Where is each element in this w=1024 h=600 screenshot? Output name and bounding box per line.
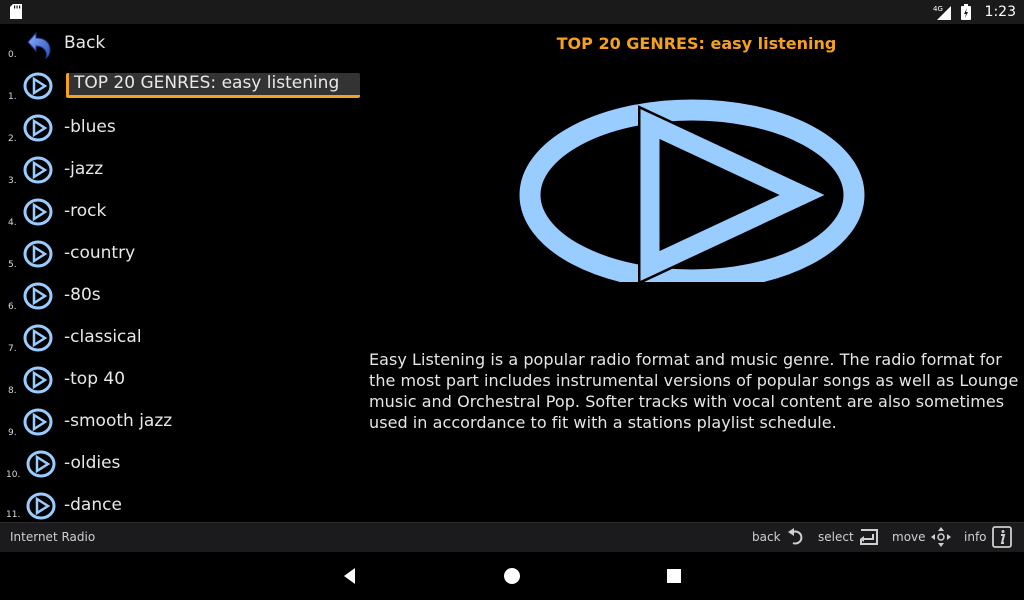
list-item-easy-listening[interactable]: 1. TOP 20 GENRES: easy listening bbox=[0, 66, 360, 108]
play-icon bbox=[23, 366, 53, 394]
row-number: 9. bbox=[8, 428, 17, 438]
list-item-label: -oldies bbox=[64, 453, 121, 473]
network-label: 4G bbox=[933, 5, 943, 13]
sd-card-icon bbox=[10, 4, 22, 19]
play-icon bbox=[23, 72, 53, 100]
back-icon bbox=[787, 528, 802, 545]
list-item-classical[interactable]: 7. -classical bbox=[0, 318, 360, 360]
play-icon bbox=[23, 408, 53, 436]
row-number: 3. bbox=[8, 176, 17, 186]
genre-list: 0. Back 1. TOP 20 GENRES: easy listening… bbox=[0, 24, 360, 522]
back-arrow-icon bbox=[27, 31, 51, 59]
row-number: 10. bbox=[6, 470, 21, 480]
detail-description: Easy Listening is a popular radio format… bbox=[369, 350, 1019, 432]
list-item-label: Back bbox=[64, 33, 106, 53]
move-hint-label: move bbox=[892, 530, 926, 544]
list-item-jazz[interactable]: 3. -jazz bbox=[0, 150, 360, 192]
hint-bar: Internet Radio back select move info bbox=[0, 522, 1024, 552]
list-item-rock[interactable]: 4. -rock bbox=[0, 192, 360, 234]
list-item-label: -top 40 bbox=[64, 369, 126, 389]
row-number: 0. bbox=[8, 50, 17, 60]
list-item-country[interactable]: 5. -country bbox=[0, 234, 360, 276]
select-hint[interactable]: select bbox=[818, 526, 880, 548]
list-item-smooth-jazz[interactable]: 9. -smooth jazz bbox=[0, 402, 360, 444]
row-number: 2. bbox=[8, 134, 17, 144]
list-item-label: -jazz bbox=[64, 159, 104, 179]
play-icon bbox=[23, 240, 53, 268]
play-icon bbox=[23, 114, 53, 142]
play-icon bbox=[23, 156, 53, 184]
list-item-blues[interactable]: 2. -blues bbox=[0, 108, 360, 150]
move-hint[interactable]: move bbox=[892, 526, 952, 548]
list-item-top-40[interactable]: 8. -top 40 bbox=[0, 360, 360, 402]
detail-title: TOP 20 GENRES: easy listening bbox=[556, 34, 837, 53]
app-name: Internet Radio bbox=[10, 530, 96, 544]
list-item-back[interactable]: 0. Back bbox=[0, 24, 360, 66]
list-item-oldies[interactable]: 10. -oldies bbox=[0, 444, 360, 486]
row-number: 7. bbox=[8, 344, 17, 354]
clock: 1:23 bbox=[984, 4, 1016, 20]
list-item-label: -country bbox=[64, 243, 136, 263]
play-icon bbox=[26, 492, 56, 520]
list-item-label: -smooth jazz bbox=[64, 411, 173, 431]
info-icon bbox=[991, 526, 1012, 548]
play-icon bbox=[26, 450, 56, 478]
list-item-label: TOP 20 GENRES: easy listening bbox=[66, 73, 360, 98]
select-hint-label: select bbox=[818, 530, 854, 544]
info-hint[interactable]: info bbox=[964, 526, 1013, 548]
list-item-label: -rock bbox=[64, 201, 107, 221]
signal-icon: 4G bbox=[933, 5, 951, 20]
nav-recents-icon[interactable] bbox=[664, 566, 684, 586]
select-icon bbox=[859, 529, 878, 545]
play-icon bbox=[23, 282, 53, 310]
nav-back-icon[interactable] bbox=[340, 566, 360, 586]
move-icon bbox=[930, 527, 951, 547]
list-item-label: -classical bbox=[64, 327, 142, 347]
list-item-80s[interactable]: 6. -80s bbox=[0, 276, 360, 318]
row-number: 8. bbox=[8, 386, 17, 396]
status-bar: 4G 1:23 bbox=[0, 0, 1024, 24]
list-item-label: -dance bbox=[64, 495, 122, 515]
navigation-bar bbox=[0, 552, 1024, 600]
row-number: 4. bbox=[8, 218, 17, 228]
back-hint-label: back bbox=[752, 530, 781, 544]
play-icon bbox=[23, 324, 53, 352]
nav-home-icon[interactable] bbox=[502, 566, 522, 586]
row-number: 6. bbox=[8, 302, 17, 312]
row-number: 11. bbox=[6, 510, 21, 520]
list-item-label: -80s bbox=[64, 285, 101, 305]
info-hint-label: info bbox=[964, 530, 987, 544]
row-number: 1. bbox=[8, 92, 17, 102]
list-item-label: -blues bbox=[64, 117, 116, 137]
back-hint[interactable]: back bbox=[752, 526, 807, 548]
play-icon bbox=[23, 198, 53, 226]
large-play-icon bbox=[517, 97, 867, 282]
battery-icon bbox=[960, 4, 971, 20]
row-number: 5. bbox=[8, 260, 17, 270]
